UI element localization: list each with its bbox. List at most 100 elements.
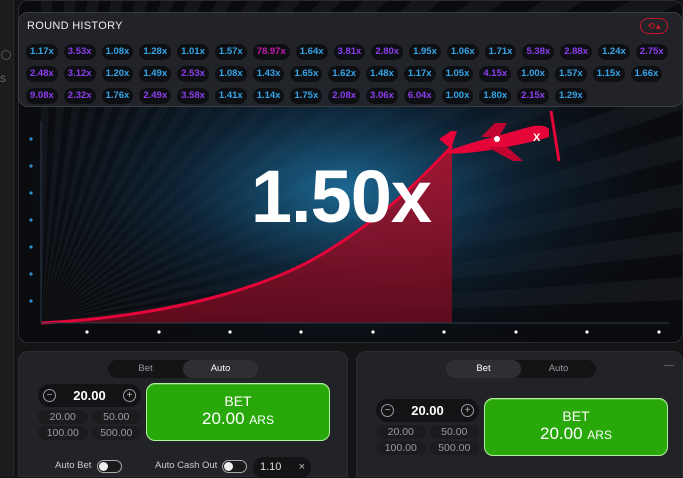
history-chip[interactable]: 1.49x [139, 66, 172, 82]
minus-button[interactable]: − [381, 404, 394, 417]
history-row: 2.48x 3.12x 1.20x 1.49x 2.53x 1.08x 1.43x 1.65x… [26, 66, 676, 82]
history-chip[interactable]: 3.06x [366, 88, 398, 104]
tab-bet[interactable]: Bet [108, 360, 183, 378]
history-chip[interactable]: 1.71x [484, 44, 517, 60]
quick-amount-button[interactable]: 50.00 [429, 425, 479, 439]
history-chip[interactable]: 1.01x [177, 44, 209, 60]
tab-auto[interactable]: Auto [183, 360, 258, 378]
history-chip[interactable]: 1.24x [598, 44, 630, 60]
auto-bet-toggle[interactable] [97, 460, 122, 473]
history-chip[interactable]: 3.81x [333, 44, 366, 60]
history-chip[interactable]: 6.04x [403, 88, 436, 104]
history-chip[interactable]: 2.88x [560, 44, 592, 60]
currency-label: ARS [249, 413, 274, 427]
history-chip[interactable]: 1.08x [214, 66, 247, 82]
plane-letter: X [533, 132, 541, 144]
history-chip[interactable]: 1.15x [592, 66, 625, 82]
history-chip[interactable]: 1.14x [252, 88, 285, 104]
remove-panel-button[interactable]: — [664, 360, 674, 371]
auto-cashout-toggle[interactable] [222, 460, 247, 473]
quick-amount-button[interactable]: 20.00 [376, 425, 426, 439]
amount-stepper: − 20.00 + [38, 384, 141, 407]
bet-button[interactable]: BET 20.00 ARS [484, 398, 668, 456]
history-chip[interactable]: 1.28x [139, 44, 172, 60]
history-toggle-button[interactable]: ⟲ ▴ [640, 18, 668, 34]
history-chip[interactable]: 3.12x [63, 66, 96, 82]
history-chip[interactable]: 1.66x [630, 66, 663, 82]
round-history-title: ROUND HISTORY [27, 20, 123, 32]
tab-bet[interactable]: Bet [446, 360, 521, 378]
history-chip[interactable]: 1.43x [252, 66, 285, 82]
history-chip[interactable]: 1.41x [214, 88, 247, 104]
auto-cashout-label: Auto Cash Out [155, 460, 218, 471]
history-chip[interactable]: 1.80x [479, 88, 512, 104]
history-chip[interactable]: 1.20x [101, 66, 134, 82]
history-chip[interactable]: 3.58x [177, 88, 209, 104]
y-axis-dot [29, 218, 33, 222]
history-chip[interactable]: 2.75x [635, 44, 668, 60]
radio-icon[interactable] [1, 50, 11, 60]
history-chip[interactable]: 2.08x [328, 88, 361, 104]
history-chip[interactable]: 1.65x [290, 66, 323, 82]
quick-amount-button[interactable]: 100.00 [376, 441, 426, 455]
history-chip[interactable]: 1.57x [554, 66, 587, 82]
history-chips: 1.17x 3.53x 1.08x 1.28x 1.01x 1.57x 78.97x 1.64… [26, 44, 676, 110]
history-chip[interactable]: 1.76x [101, 88, 134, 104]
x-axis-dot [657, 330, 661, 334]
x-axis-dot [585, 330, 589, 334]
history-chip[interactable]: 1.95x [409, 44, 441, 60]
stake-control: − 20.00 + 20.00 50.00 100.00 500.00 [376, 399, 479, 455]
history-row: 1.17x 3.53x 1.08x 1.28x 1.01x 1.57x 78.97x 1.64… [26, 44, 676, 60]
history-chip[interactable]: 2.48x [26, 66, 58, 82]
history-chip[interactable]: 1.00x [517, 66, 549, 82]
history-chip[interactable]: 1.17x [26, 44, 58, 60]
bet-panel-1: Bet Auto − 20.00 + 20.00 50.00 100.00 50… [18, 351, 349, 478]
bet-panel-2: Bet Auto — − 20.00 + 20.00 50.00 100.00 … [356, 351, 683, 477]
bet-button[interactable]: BET 20.00 ARS [146, 383, 330, 441]
history-chip[interactable]: 1.00x [441, 88, 474, 104]
x-axis-dot [371, 330, 375, 334]
history-chip[interactable]: 1.06x [446, 44, 479, 60]
bet-amount-input[interactable]: 20.00 [73, 388, 106, 403]
history-chip[interactable]: 3.53x [63, 44, 96, 60]
quick-amount-button[interactable]: 500.00 [91, 426, 141, 440]
history-chip[interactable]: 2.53x [177, 66, 209, 82]
history-chip[interactable]: 1.17x [403, 66, 436, 82]
history-chip[interactable]: 1.05x [441, 66, 474, 82]
bet-button-value: 20.00 [202, 409, 245, 428]
history-chip[interactable]: 1.29x [554, 88, 587, 104]
history-chip[interactable]: 2.49x [139, 88, 172, 104]
history-chip[interactable]: 1.48x [366, 66, 398, 82]
quick-amount-button[interactable]: 500.00 [429, 441, 479, 455]
history-chip[interactable]: 1.08x [101, 44, 134, 60]
minus-button[interactable]: − [43, 389, 56, 402]
history-chip[interactable]: 5.38x [522, 44, 555, 60]
tab-auto[interactable]: Auto [521, 360, 596, 378]
history-chip[interactable]: 1.62x [328, 66, 361, 82]
history-chip[interactable]: 78.97x [252, 44, 290, 60]
history-chip[interactable]: 1.57x [214, 44, 247, 60]
clear-icon[interactable]: × [299, 457, 305, 478]
round-history-panel: ROUND HISTORY ⟲ ▴ 1.17x 3.53x 1.08x 1.28x 1.… [18, 12, 683, 107]
stake-control: − 20.00 + 20.00 50.00 100.00 500.00 [38, 384, 141, 440]
bet-amount-input[interactable]: 20.00 [411, 403, 444, 418]
plus-button[interactable]: + [460, 404, 474, 417]
quick-amount-button[interactable]: 100.00 [38, 426, 88, 440]
auto-options: Auto Bet Auto Cash Out 1.10 × [19, 457, 349, 478]
bet-button-value: 20.00 [540, 424, 583, 443]
history-chip[interactable]: 2.80x [371, 44, 404, 60]
quick-amount-button[interactable]: 50.00 [91, 410, 141, 424]
quick-amount-button[interactable]: 20.00 [38, 410, 88, 424]
history-chip[interactable]: 2.32x [63, 88, 96, 104]
x-axis-dot [514, 330, 518, 334]
caret-up-icon: ▴ [656, 20, 661, 31]
plus-button[interactable]: + [122, 389, 136, 402]
left-sidebar-strip: S [0, 0, 14, 477]
auto-cashout-input[interactable]: 1.10 × [253, 457, 311, 478]
history-chip[interactable]: 1.64x [295, 44, 328, 60]
history-chip[interactable]: 4.15x [479, 66, 512, 82]
auto-cashout-value: 1.10 [260, 461, 282, 473]
history-chip[interactable]: 2.15x [517, 88, 549, 104]
history-chip[interactable]: 9.08x [26, 88, 58, 104]
history-chip[interactable]: 1.75x [290, 88, 323, 104]
